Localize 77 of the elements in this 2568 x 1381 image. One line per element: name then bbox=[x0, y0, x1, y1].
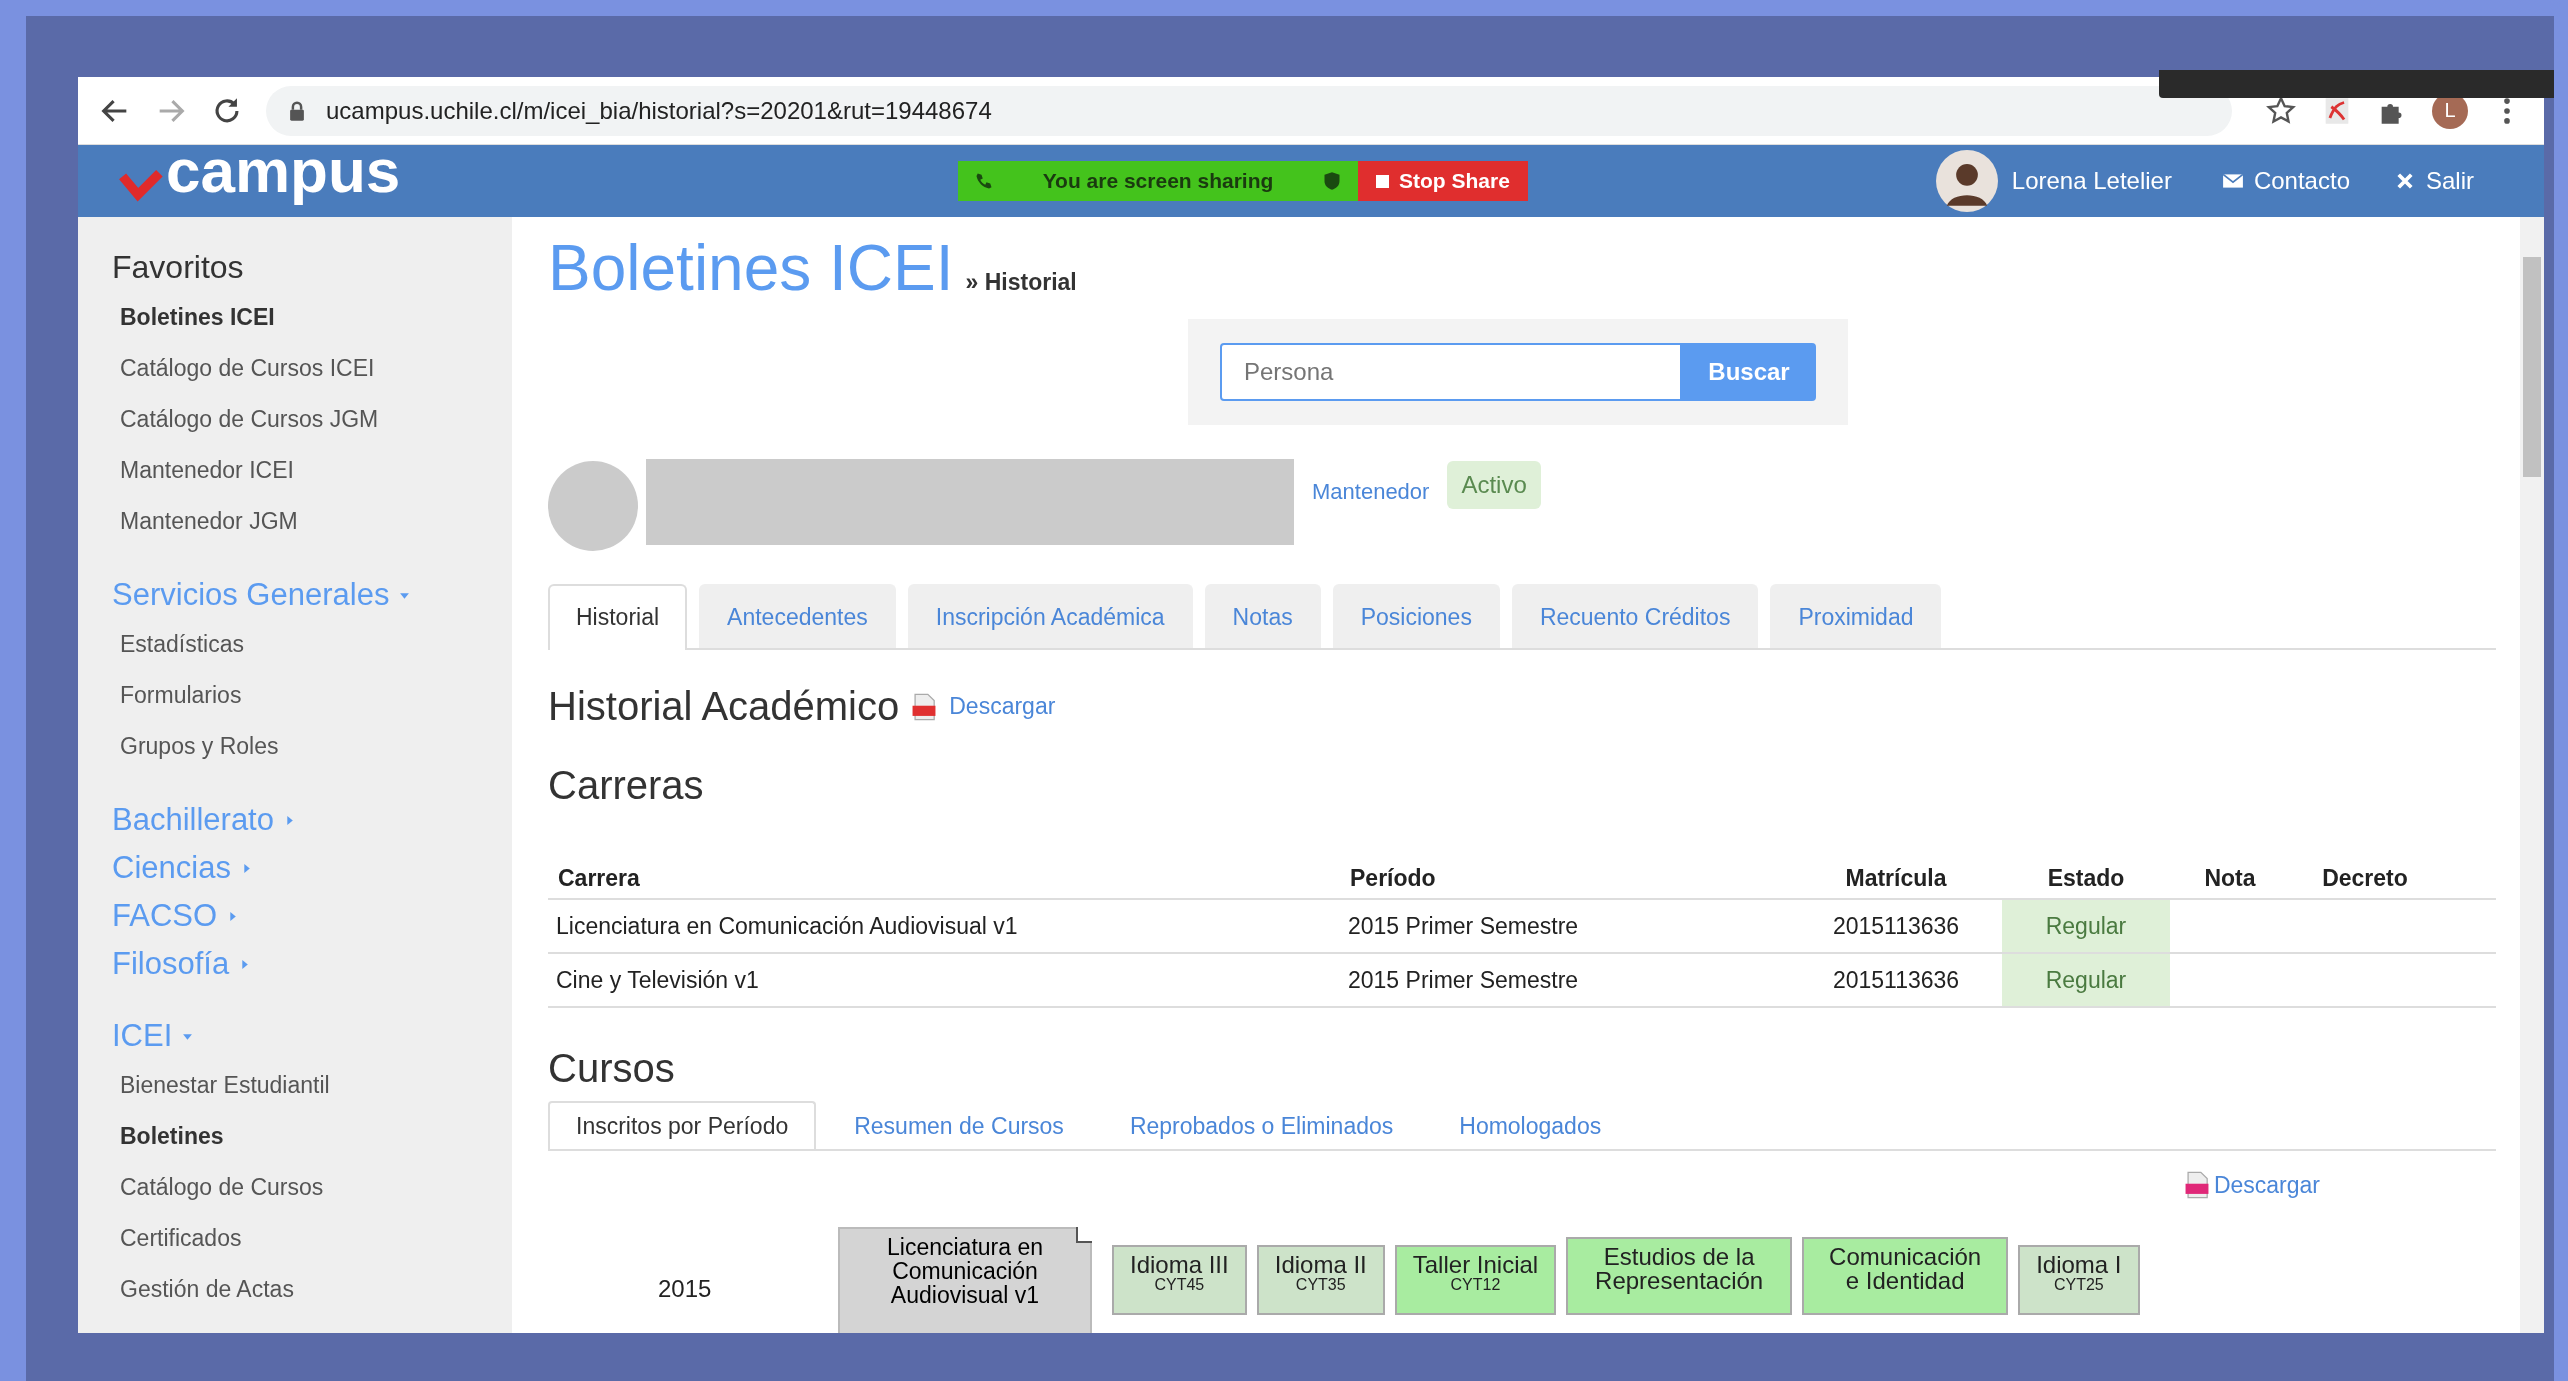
logout-link[interactable]: Salir bbox=[2394, 167, 2474, 195]
search-button[interactable]: Buscar bbox=[1682, 343, 1816, 401]
user-name[interactable]: Lorena Letelier bbox=[2011, 167, 2172, 195]
table-cell: Licenciatura en Comunicación Audiovisual v1 bbox=[548, 899, 1340, 953]
sidebar-section[interactable]: Filosofía bbox=[112, 940, 251, 988]
status-label: Activo bbox=[1447, 461, 1541, 509]
course-node: Taller Inicial CYT12 bbox=[1394, 1245, 1557, 1315]
search-field[interactable]: Persona bbox=[1220, 343, 1682, 401]
tab[interactable]: Recuento Créditos bbox=[1511, 584, 1759, 648]
sidebar-item[interactable]: Certificados bbox=[112, 1213, 512, 1264]
pdf-icon bbox=[911, 692, 938, 721]
sidebar-item[interactable]: Estadísticas bbox=[112, 619, 512, 670]
column-header: Decreto bbox=[2290, 858, 2440, 899]
table-cell: 2015 Primer Semestre bbox=[1340, 953, 1790, 1007]
phone-icon bbox=[974, 171, 994, 191]
envelope-icon bbox=[2221, 171, 2244, 191]
sidebar-item[interactable]: Mantenedor ICEI bbox=[112, 445, 512, 496]
sidebar-item[interactable]: Catálogo de Cursos ICEI bbox=[112, 343, 512, 394]
png-icon bbox=[2183, 1171, 2210, 1199]
career-node: Licenciatura en Comunicación Audiovisual v1 bbox=[838, 1227, 1092, 1333]
table-cell: Cine y Televisión v1 bbox=[548, 953, 1340, 1007]
tab[interactable]: Homologados bbox=[1431, 1101, 1630, 1149]
sidebar-item[interactable]: Gestión de Actas bbox=[112, 1264, 512, 1315]
sidebar-section[interactable]: Bachillerato bbox=[112, 796, 295, 844]
period-label: 2015 bbox=[658, 1275, 713, 1303]
course-node: Idioma III CYT45 bbox=[1112, 1245, 1247, 1315]
sidebar-section[interactable]: ICEI bbox=[112, 1012, 194, 1060]
breadcrumb: » Historial bbox=[965, 269, 1077, 296]
download-link[interactable]: Descargar bbox=[949, 693, 1056, 720]
contact-link[interactable]: Contacto bbox=[2221, 167, 2350, 195]
download-link[interactable]: Descargar bbox=[2213, 1171, 2320, 1199]
table-cell: 2015 Primer Semestre bbox=[1340, 899, 1790, 953]
table-cell: Regular bbox=[2002, 899, 2170, 953]
course-node: Comunicación e Identidad bbox=[1802, 1237, 2009, 1315]
column-header: Matrícula bbox=[1790, 858, 2002, 899]
address-bar[interactable]: ucampus.uchile.cl/m/icei_bia/historial?s=20201&rut=19448674 bbox=[266, 85, 2232, 136]
tab[interactable]: Inscripción Académica bbox=[907, 584, 1193, 648]
scrollbar[interactable] bbox=[2520, 217, 2544, 1333]
page-title: Boletines ICEI bbox=[548, 231, 954, 305]
course-node: Estudios de la Representación bbox=[1566, 1237, 1793, 1315]
sidebar-item[interactable]: Boletines ICEI bbox=[112, 292, 512, 343]
sidebar-section[interactable]: Servicios Generales bbox=[112, 571, 411, 619]
column-header: Período bbox=[1340, 858, 1790, 899]
maintainer-link[interactable]: Mantenedor bbox=[1312, 479, 1430, 505]
avatar-icon bbox=[1935, 150, 1998, 212]
sidebar-item[interactable]: Catálogo de Cursos JGM bbox=[112, 394, 512, 445]
caret-icon bbox=[227, 910, 239, 922]
tab[interactable]: Proximidad bbox=[1770, 584, 1942, 648]
course-node: Idioma II CYT35 bbox=[1256, 1245, 1385, 1315]
tab[interactable]: Antecedentes bbox=[699, 584, 896, 648]
tab[interactable]: Reprobados o Eliminados bbox=[1101, 1101, 1422, 1149]
course-node: Idioma I CYT25 bbox=[2018, 1245, 2140, 1315]
section-heading: Carreras bbox=[548, 763, 705, 808]
sidebar-section[interactable]: FACSO bbox=[112, 892, 239, 940]
section-heading: Historial Académico bbox=[548, 684, 900, 729]
sidebar-item[interactable]: Catálogo de Cursos bbox=[112, 1162, 512, 1213]
stop-share-button[interactable]: Stop Share bbox=[1358, 161, 1528, 201]
table-cell: Regular bbox=[2002, 953, 2170, 1007]
sidebar-item[interactable]: Mantenedor JGM bbox=[112, 496, 512, 547]
caret-icon bbox=[284, 814, 295, 826]
column-header: Nota bbox=[2170, 858, 2290, 899]
tab[interactable]: Historial bbox=[548, 584, 688, 650]
sidebar-item[interactable]: Boletines bbox=[112, 1111, 512, 1162]
shield-icon bbox=[1322, 171, 1342, 191]
tab[interactable]: Inscritos por Período bbox=[548, 1101, 817, 1149]
sidebar-heading: Favoritos bbox=[112, 249, 245, 286]
sidebar-item[interactable]: Grupos y Roles bbox=[112, 721, 512, 772]
sidebar-item[interactable]: Bienestar Estudiantil bbox=[112, 1060, 512, 1111]
column-header: Carrera bbox=[548, 858, 1340, 899]
sidebar-section[interactable]: Ciencias bbox=[112, 844, 252, 892]
sharing-text: You are screen sharing bbox=[1042, 169, 1274, 193]
tab[interactable]: Notas bbox=[1204, 584, 1321, 648]
section-heading: Cursos bbox=[548, 1046, 676, 1091]
tab[interactable]: Posiciones bbox=[1332, 584, 1500, 648]
tab[interactable]: Resumen de Cursos bbox=[826, 1101, 1092, 1149]
caret-icon bbox=[239, 958, 251, 970]
sidebar-item[interactable]: Formularios bbox=[112, 670, 512, 721]
